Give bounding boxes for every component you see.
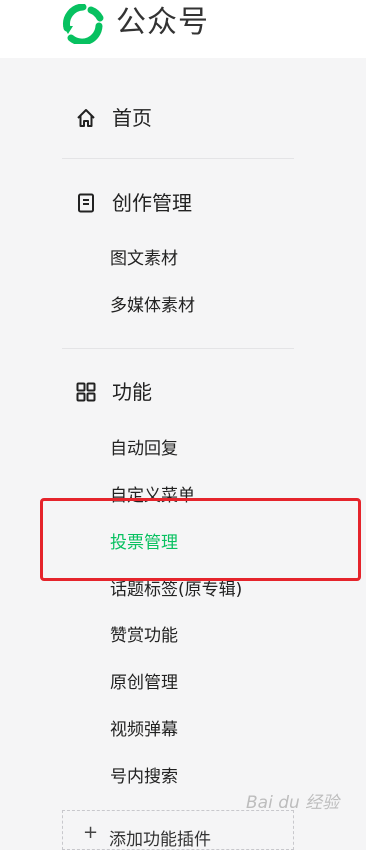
- annotation-highlight-box: [40, 498, 361, 581]
- sidebar-item-multimedia-material[interactable]: 多媒体素材: [110, 294, 195, 318]
- sidebar-item-home[interactable]: 首页: [0, 103, 366, 133]
- add-plugin-label: 添加功能插件: [109, 830, 211, 850]
- divider: [62, 348, 294, 349]
- section-features-label: 功能: [112, 380, 152, 404]
- sidebar-item-original-management[interactable]: 原创管理: [110, 671, 178, 695]
- sidebar-item-topic-tags[interactable]: 话题标签(原专辑): [110, 578, 242, 602]
- sidebar-item-image-text-material[interactable]: 图文素材: [110, 247, 178, 271]
- add-plugin-button[interactable]: + 添加功能插件: [62, 810, 294, 850]
- brand-title: 公众号: [116, 5, 209, 40]
- section-create-management: 创作管理: [0, 188, 366, 218]
- sidebar-item-in-account-search[interactable]: 号内搜索: [110, 765, 178, 789]
- divider: [62, 158, 294, 159]
- section-features: 功能: [0, 377, 366, 407]
- sidebar-nav: 首页 创作管理 图文素材 多媒体素材 功能 自动回复 自定义菜单 投票管理 话题…: [0, 58, 366, 836]
- document-icon: [78, 193, 94, 213]
- sidebar-item-home-label: 首页: [112, 106, 152, 130]
- plus-icon: +: [83, 822, 99, 843]
- sidebar-item-appreciation[interactable]: 赞赏功能: [110, 624, 178, 648]
- section-create-label: 创作管理: [112, 191, 192, 215]
- sidebar-item-auto-reply[interactable]: 自动回复: [110, 437, 178, 461]
- top-header: 公众号: [0, 0, 366, 58]
- grid-icon: [76, 382, 96, 402]
- watermark: Bai du 经验: [246, 793, 340, 813]
- sidebar-item-video-danmaku[interactable]: 视频弹幕: [110, 718, 178, 742]
- home-icon: [77, 109, 95, 127]
- wechat-mp-logo-icon[interactable]: [61, 4, 105, 44]
